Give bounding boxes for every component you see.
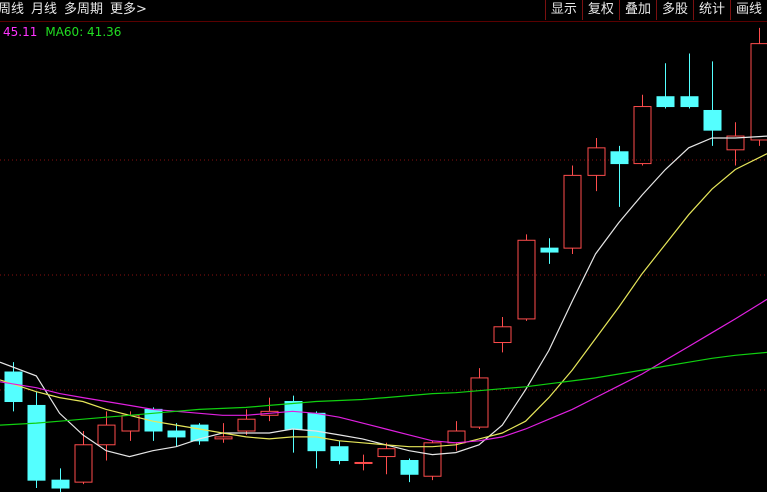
candle-body: [237, 418, 256, 432]
display-button[interactable]: 显示: [544, 0, 582, 20]
candle: [493, 316, 512, 353]
candle: [470, 368, 489, 430]
candle: [260, 397, 279, 422]
ma60-label: MA60: 41.36: [45, 25, 122, 39]
candle: [610, 145, 629, 207]
candle-body: [540, 247, 559, 253]
candle-body: [167, 430, 186, 438]
candle: [517, 234, 536, 321]
candle-body: [493, 326, 512, 344]
candle-body: [563, 174, 582, 249]
candle-body: [377, 448, 396, 458]
candle-body: [610, 151, 629, 165]
candle: [587, 138, 606, 192]
grid-lines: [0, 159, 767, 391]
candle: [307, 411, 326, 469]
candle-body: [330, 446, 349, 462]
candle: [680, 53, 699, 109]
candle-body: [517, 239, 536, 320]
candle-body: [74, 444, 93, 483]
candle: [97, 411, 116, 461]
draw-line-button[interactable]: 画线: [729, 0, 767, 20]
moving-averages: [0, 135, 767, 458]
candle-body: [470, 377, 489, 428]
multi-period-tab[interactable]: 多周期: [64, 0, 110, 20]
candle-body: [27, 404, 46, 481]
candle-body: [354, 461, 373, 464]
candle: [377, 442, 396, 475]
candle-body: [97, 424, 116, 446]
candle: [354, 454, 373, 471]
candle-body: [423, 442, 442, 477]
ma-value-label: 45.11: [3, 25, 38, 39]
candle: [190, 423, 209, 445]
candle-body: [750, 43, 767, 141]
candle-body: [447, 430, 466, 444]
period-menu: 周线 月线 多周期 更多>: [0, 0, 154, 20]
candle-body: [284, 401, 303, 430]
ma-legend: 45.11 MA60: 41.36: [3, 24, 121, 40]
candle: [750, 27, 767, 146]
toolbar: 周线 月线 多周期 更多> 显示 复权 叠加 多股 统计 画线: [0, 0, 767, 22]
adjust-button[interactable]: 复权: [581, 0, 619, 20]
candle-body: [400, 460, 419, 475]
candle: [447, 421, 466, 451]
candle-body: [633, 106, 652, 165]
more-menu[interactable]: 更多>: [110, 0, 154, 20]
ma-line-2: [0, 298, 767, 444]
monthly-tab[interactable]: 月线: [31, 0, 64, 20]
candle: [633, 94, 652, 166]
candle: [726, 122, 745, 166]
weekly-tab[interactable]: 周线: [0, 0, 31, 20]
candle-body: [656, 96, 675, 108]
candle-body: [703, 109, 722, 131]
ma-line-0: [0, 135, 767, 458]
candlestick-chart[interactable]: [0, 0, 767, 492]
candle: [656, 63, 675, 109]
statistics-button[interactable]: 统计: [692, 0, 730, 20]
overlay-button[interactable]: 叠加: [618, 0, 656, 20]
candle: [703, 61, 722, 146]
candle: [540, 238, 559, 264]
candle-body: [51, 479, 70, 489]
candle: [27, 391, 46, 489]
candle: [563, 165, 582, 255]
action-buttons: 显示 复权 叠加 多股 统计 画线: [544, 0, 767, 20]
candle: [51, 468, 70, 492]
multi-stock-button[interactable]: 多股: [655, 0, 693, 20]
candle: [237, 409, 256, 435]
candle-body: [587, 147, 606, 176]
candle: [400, 458, 419, 483]
candle: [330, 440, 349, 465]
candle-body: [680, 96, 699, 108]
candle-body: [214, 436, 233, 440]
ma-line-3: [0, 351, 767, 426]
